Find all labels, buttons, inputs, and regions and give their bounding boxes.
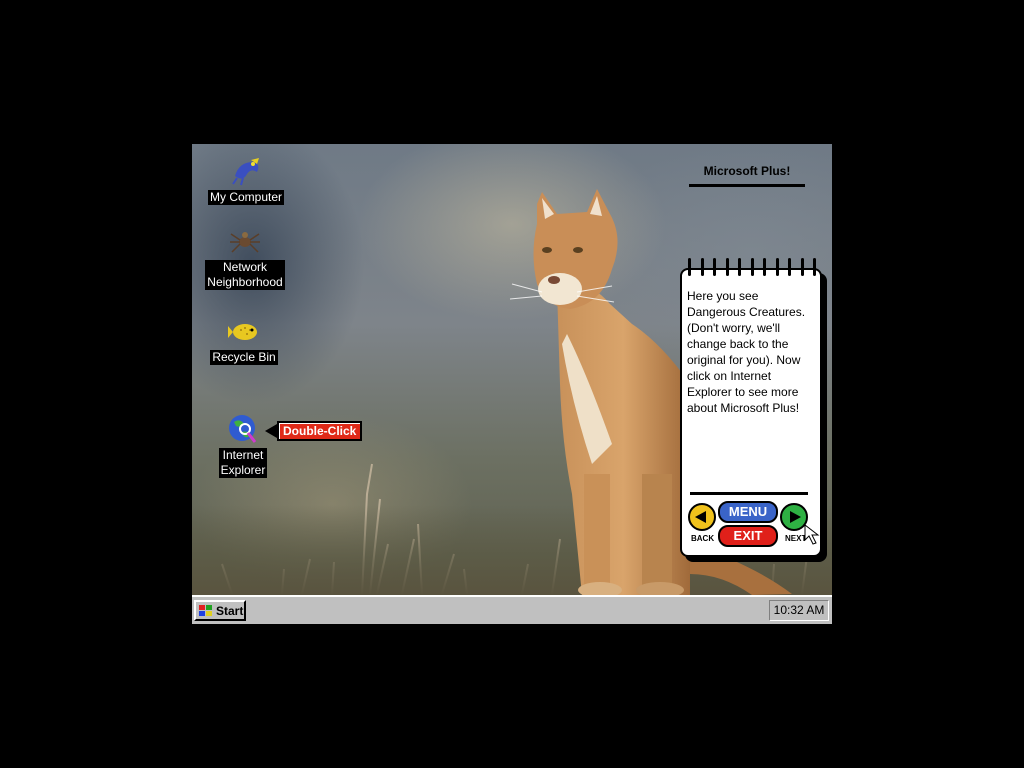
taskbar-clock[interactable]: 10:32 AM xyxy=(769,600,829,621)
windows-flag-icon xyxy=(199,604,212,616)
double-click-callout: Double-Click xyxy=(265,421,363,441)
recycle-bin-fish-icon xyxy=(228,324,257,340)
taskbar: Start 10:32 AM xyxy=(192,595,832,624)
icon-label: My Computer xyxy=(207,190,285,205)
title-underline xyxy=(689,184,805,187)
tutorial-notepad: Here you see Dangerous Creatures. (Don't… xyxy=(680,258,822,557)
start-label: Start xyxy=(216,603,244,618)
desktop-icon-network-neighborhood[interactable]: Network Neighborhood xyxy=(200,224,290,290)
arrow-left-icon xyxy=(695,511,706,523)
start-button[interactable]: Start xyxy=(194,600,246,621)
internet-explorer-globe-icon xyxy=(229,415,257,443)
mouse-pointer-icon xyxy=(804,524,820,545)
menu-button[interactable]: MENU xyxy=(718,501,778,523)
callout-label: Double-Click xyxy=(277,421,363,441)
desktop-icon-my-computer[interactable]: My Computer xyxy=(201,154,291,205)
arrow-right-icon xyxy=(790,511,801,523)
my-computer-creature-icon xyxy=(232,158,259,186)
back-button[interactable] xyxy=(688,503,716,531)
desktop-screen: My Computer Network Neighborhood Recycle… xyxy=(192,144,832,624)
callout-arrow-icon xyxy=(265,424,277,438)
desktop-icon-recycle-bin[interactable]: Recycle Bin xyxy=(199,314,289,365)
icon-label: Internet Explorer xyxy=(218,448,268,478)
network-spider-icon xyxy=(230,232,260,253)
back-label: BACK xyxy=(691,534,715,543)
tutorial-text: Here you see Dangerous Creatures. (Don't… xyxy=(687,289,806,415)
icon-label: Network Neighborhood xyxy=(205,260,285,290)
icon-label: Recycle Bin xyxy=(210,350,278,365)
notepad-divider xyxy=(690,492,808,495)
notepad-spiral-icon xyxy=(688,258,816,276)
exit-button[interactable]: EXIT xyxy=(718,525,778,547)
microsoft-plus-title: Microsoft Plus! xyxy=(703,164,791,178)
